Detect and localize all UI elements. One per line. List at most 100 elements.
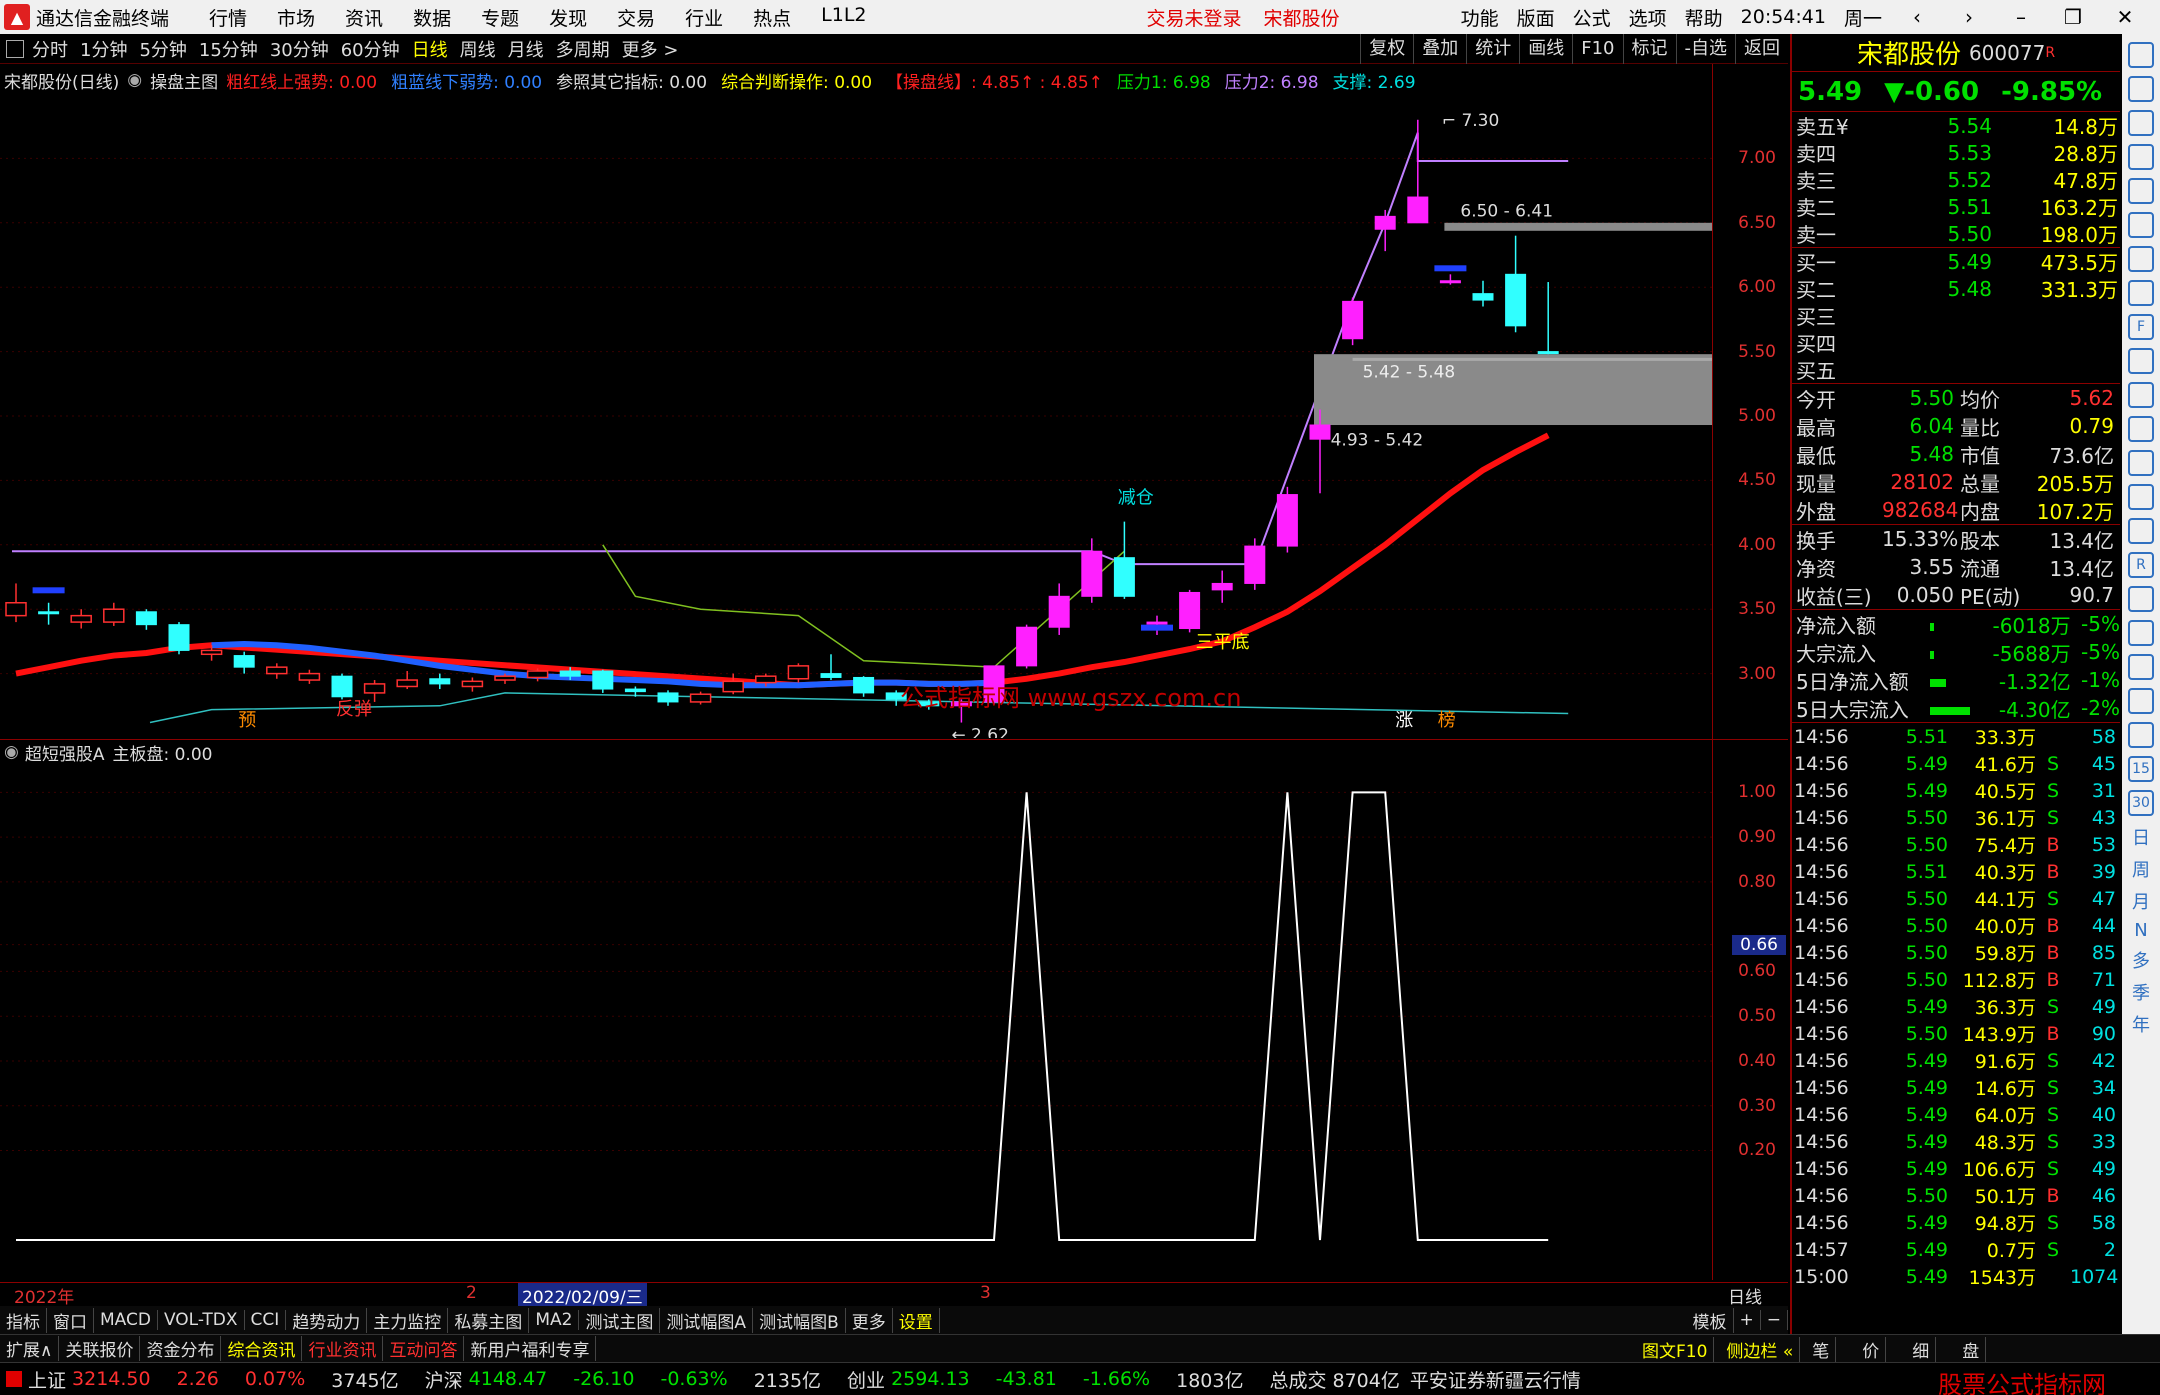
- candle-1[interactable]: [38, 602, 60, 625]
- tick-row[interactable]: 15:00 5.49 1543万 1074: [1792, 1263, 2120, 1290]
- bars-icon[interactable]: [2128, 178, 2154, 204]
- calc-icon[interactable]: [2128, 722, 2154, 748]
- extension-right-2[interactable]: 笔: [1806, 1336, 1837, 1362]
- forward-icon[interactable]: ›: [1952, 5, 1986, 29]
- period-tab-7[interactable]: 周线: [460, 36, 496, 62]
- extension-right-4[interactable]: 细: [1906, 1336, 1937, 1362]
- candle-7[interactable]: [233, 651, 255, 674]
- 15-icon[interactable]: 15: [2128, 756, 2154, 782]
- tick-row[interactable]: 14:57 5.49 0.7万 S 2: [1792, 1236, 2120, 1263]
- extension-tab-1[interactable]: 关联报价: [59, 1336, 141, 1361]
- period-tab-0[interactable]: 分时: [32, 36, 68, 62]
- tick-row[interactable]: 14:56 5.49 48.3万 S 33: [1792, 1128, 2120, 1155]
- order_book-sell-3-row[interactable]: 卖二 5.51 163.2万: [1792, 193, 2120, 221]
- cy-index-name[interactable]: 创业: [847, 1366, 885, 1393]
- extension-tab-4[interactable]: 行业资讯: [302, 1336, 384, 1361]
- tick-row[interactable]: 14:56 5.49 36.3万 S 49: [1792, 993, 2120, 1020]
- template-button-0[interactable]: 模板: [1687, 1307, 1734, 1333]
- menu-item-8[interactable]: 热点: [753, 4, 791, 31]
- candle-33[interactable]: [1081, 538, 1103, 603]
- menu-item-1[interactable]: 市场: [277, 4, 315, 31]
- candle-9[interactable]: [298, 669, 321, 684]
- candle-3[interactable]: [103, 602, 125, 626]
- home-icon[interactable]: [2128, 76, 2154, 102]
- fs-icon[interactable]: [2128, 654, 2154, 680]
- tick-row[interactable]: 14:56 5.50 143.9万 B 90: [1792, 1020, 2120, 1047]
- indicator-tab-9[interactable]: 测试主图: [579, 1307, 661, 1333]
- sh-index-name[interactable]: 上证: [28, 1366, 66, 1393]
- menu-item-4[interactable]: 专题: [481, 4, 519, 31]
- toolbar-button-4[interactable]: F10: [1572, 34, 1622, 64]
- pen-icon[interactable]: [2128, 620, 2154, 646]
- period-tab-6[interactable]: 日线: [412, 36, 448, 62]
- candle-0[interactable]: [5, 583, 27, 623]
- fund-icon[interactable]: [2128, 450, 2154, 476]
- candle-45[interactable]: [1472, 280, 1494, 307]
- indicator-chart[interactable]: [0, 740, 1712, 1280]
- move-icon[interactable]: [2128, 586, 2154, 612]
- period-tab-1[interactable]: 1分钟: [80, 36, 127, 62]
- tick-row[interactable]: 14:56 5.49 40.5万 S 31: [1792, 777, 2120, 804]
- period-tab-5[interactable]: 60分钟: [341, 36, 400, 62]
- sub-indicator-name[interactable]: 超短强股A: [25, 740, 105, 765]
- candle-8[interactable]: [266, 663, 288, 679]
- candle-41[interactable]: [1342, 297, 1364, 346]
- period-tab-4[interactable]: 30分钟: [270, 36, 329, 62]
- right-menu-item-2[interactable]: 公式: [1573, 4, 1611, 31]
- candle-10[interactable]: [331, 673, 353, 700]
- period-tab-2[interactable]: 5分钟: [139, 36, 186, 62]
- extension-tab-2[interactable]: 资金分布: [140, 1336, 222, 1361]
- indicator-tab-0[interactable]: 指标: [0, 1307, 47, 1333]
- extension-tab-0[interactable]: 扩展∧: [0, 1336, 60, 1361]
- grid-icon[interactable]: [2128, 144, 2154, 170]
- close-icon[interactable]: ✕: [2108, 5, 2142, 29]
- indicator-tab-2[interactable]: MACD: [94, 1310, 158, 1330]
- order_book-buy-1-row[interactable]: 买二 5.48 331.3万: [1792, 275, 2120, 303]
- menu-item-2[interactable]: 资讯: [345, 4, 383, 31]
- table-icon[interactable]: [2128, 416, 2154, 442]
- settings-icon[interactable]: ◉: [127, 70, 142, 90]
- candle-42[interactable]: [1374, 209, 1396, 252]
- menu-item-7[interactable]: 行业: [685, 4, 723, 31]
- side-period-2[interactable]: 月: [2122, 888, 2160, 914]
- template-button-1[interactable]: +: [1734, 1310, 1761, 1330]
- hs-index-name[interactable]: 沪深: [425, 1366, 463, 1393]
- login-status[interactable]: 交易未登录: [1147, 4, 1242, 31]
- candle-5[interactable]: [168, 622, 190, 655]
- f10-icon[interactable]: F: [2128, 314, 2154, 340]
- news-icon[interactable]: [2128, 348, 2154, 374]
- side-period-1[interactable]: 周: [2122, 856, 2160, 882]
- candle-21[interactable]: [689, 691, 712, 705]
- order_book-sell-2-row[interactable]: 卖三 5.52 47.8万: [1792, 166, 2120, 194]
- indicator-tab-12[interactable]: 更多: [846, 1307, 893, 1333]
- toolbar-square-icon[interactable]: [6, 39, 24, 58]
- tick-row[interactable]: 14:56 5.49 41.6万 S 45: [1792, 750, 2120, 777]
- order_book-buy-2-row[interactable]: 买三: [1792, 302, 2120, 329]
- tick-row[interactable]: 14:56 5.49 64.0万 S 40: [1792, 1101, 2120, 1128]
- indicator-tab-11[interactable]: 测试幅图B: [753, 1307, 846, 1333]
- candle-25[interactable]: [820, 654, 842, 681]
- tick-row[interactable]: 14:56 5.49 14.6万 S 34: [1792, 1074, 2120, 1101]
- tick-list[interactable]: 14:56 5.51 33.3万 58 14:56 5.49 41.6万 S 45 14:56 5.…: [1792, 723, 2120, 1290]
- right-menu-item-4[interactable]: 帮助: [1685, 4, 1723, 31]
- restore-icon[interactable]: ❐: [2056, 5, 2090, 29]
- order_book-buy-3-row[interactable]: 买四: [1792, 329, 2120, 356]
- side-period-3[interactable]: N: [2122, 920, 2160, 941]
- toolbar-button-0[interactable]: 复权: [1360, 34, 1413, 64]
- period-tab-3[interactable]: 15分钟: [199, 36, 258, 62]
- right-menu-item-1[interactable]: 版面: [1517, 4, 1555, 31]
- candle-4[interactable]: [135, 609, 157, 630]
- candle-43[interactable]: [1407, 119, 1429, 224]
- minimize-icon[interactable]: –: [2004, 5, 2038, 29]
- candle-39[interactable]: [1276, 486, 1298, 553]
- list-icon[interactable]: [2128, 110, 2154, 136]
- indicator-name[interactable]: 操盘主图: [150, 68, 218, 93]
- extension-tab-3[interactable]: 综合资讯: [221, 1336, 303, 1361]
- order_book-sell-0-row[interactable]: 卖五¥ 5.54 14.8万: [1792, 112, 2120, 140]
- order_book-buy-0-row[interactable]: 买一 5.49 473.5万: [1792, 248, 2120, 276]
- toolbar-button-7[interactable]: 返回: [1735, 34, 1788, 64]
- collapse-icon[interactable]: [2128, 42, 2154, 68]
- line-icon[interactable]: [2128, 518, 2154, 544]
- extension-right-3[interactable]: 价: [1856, 1336, 1887, 1362]
- candle-20[interactable]: [657, 690, 679, 706]
